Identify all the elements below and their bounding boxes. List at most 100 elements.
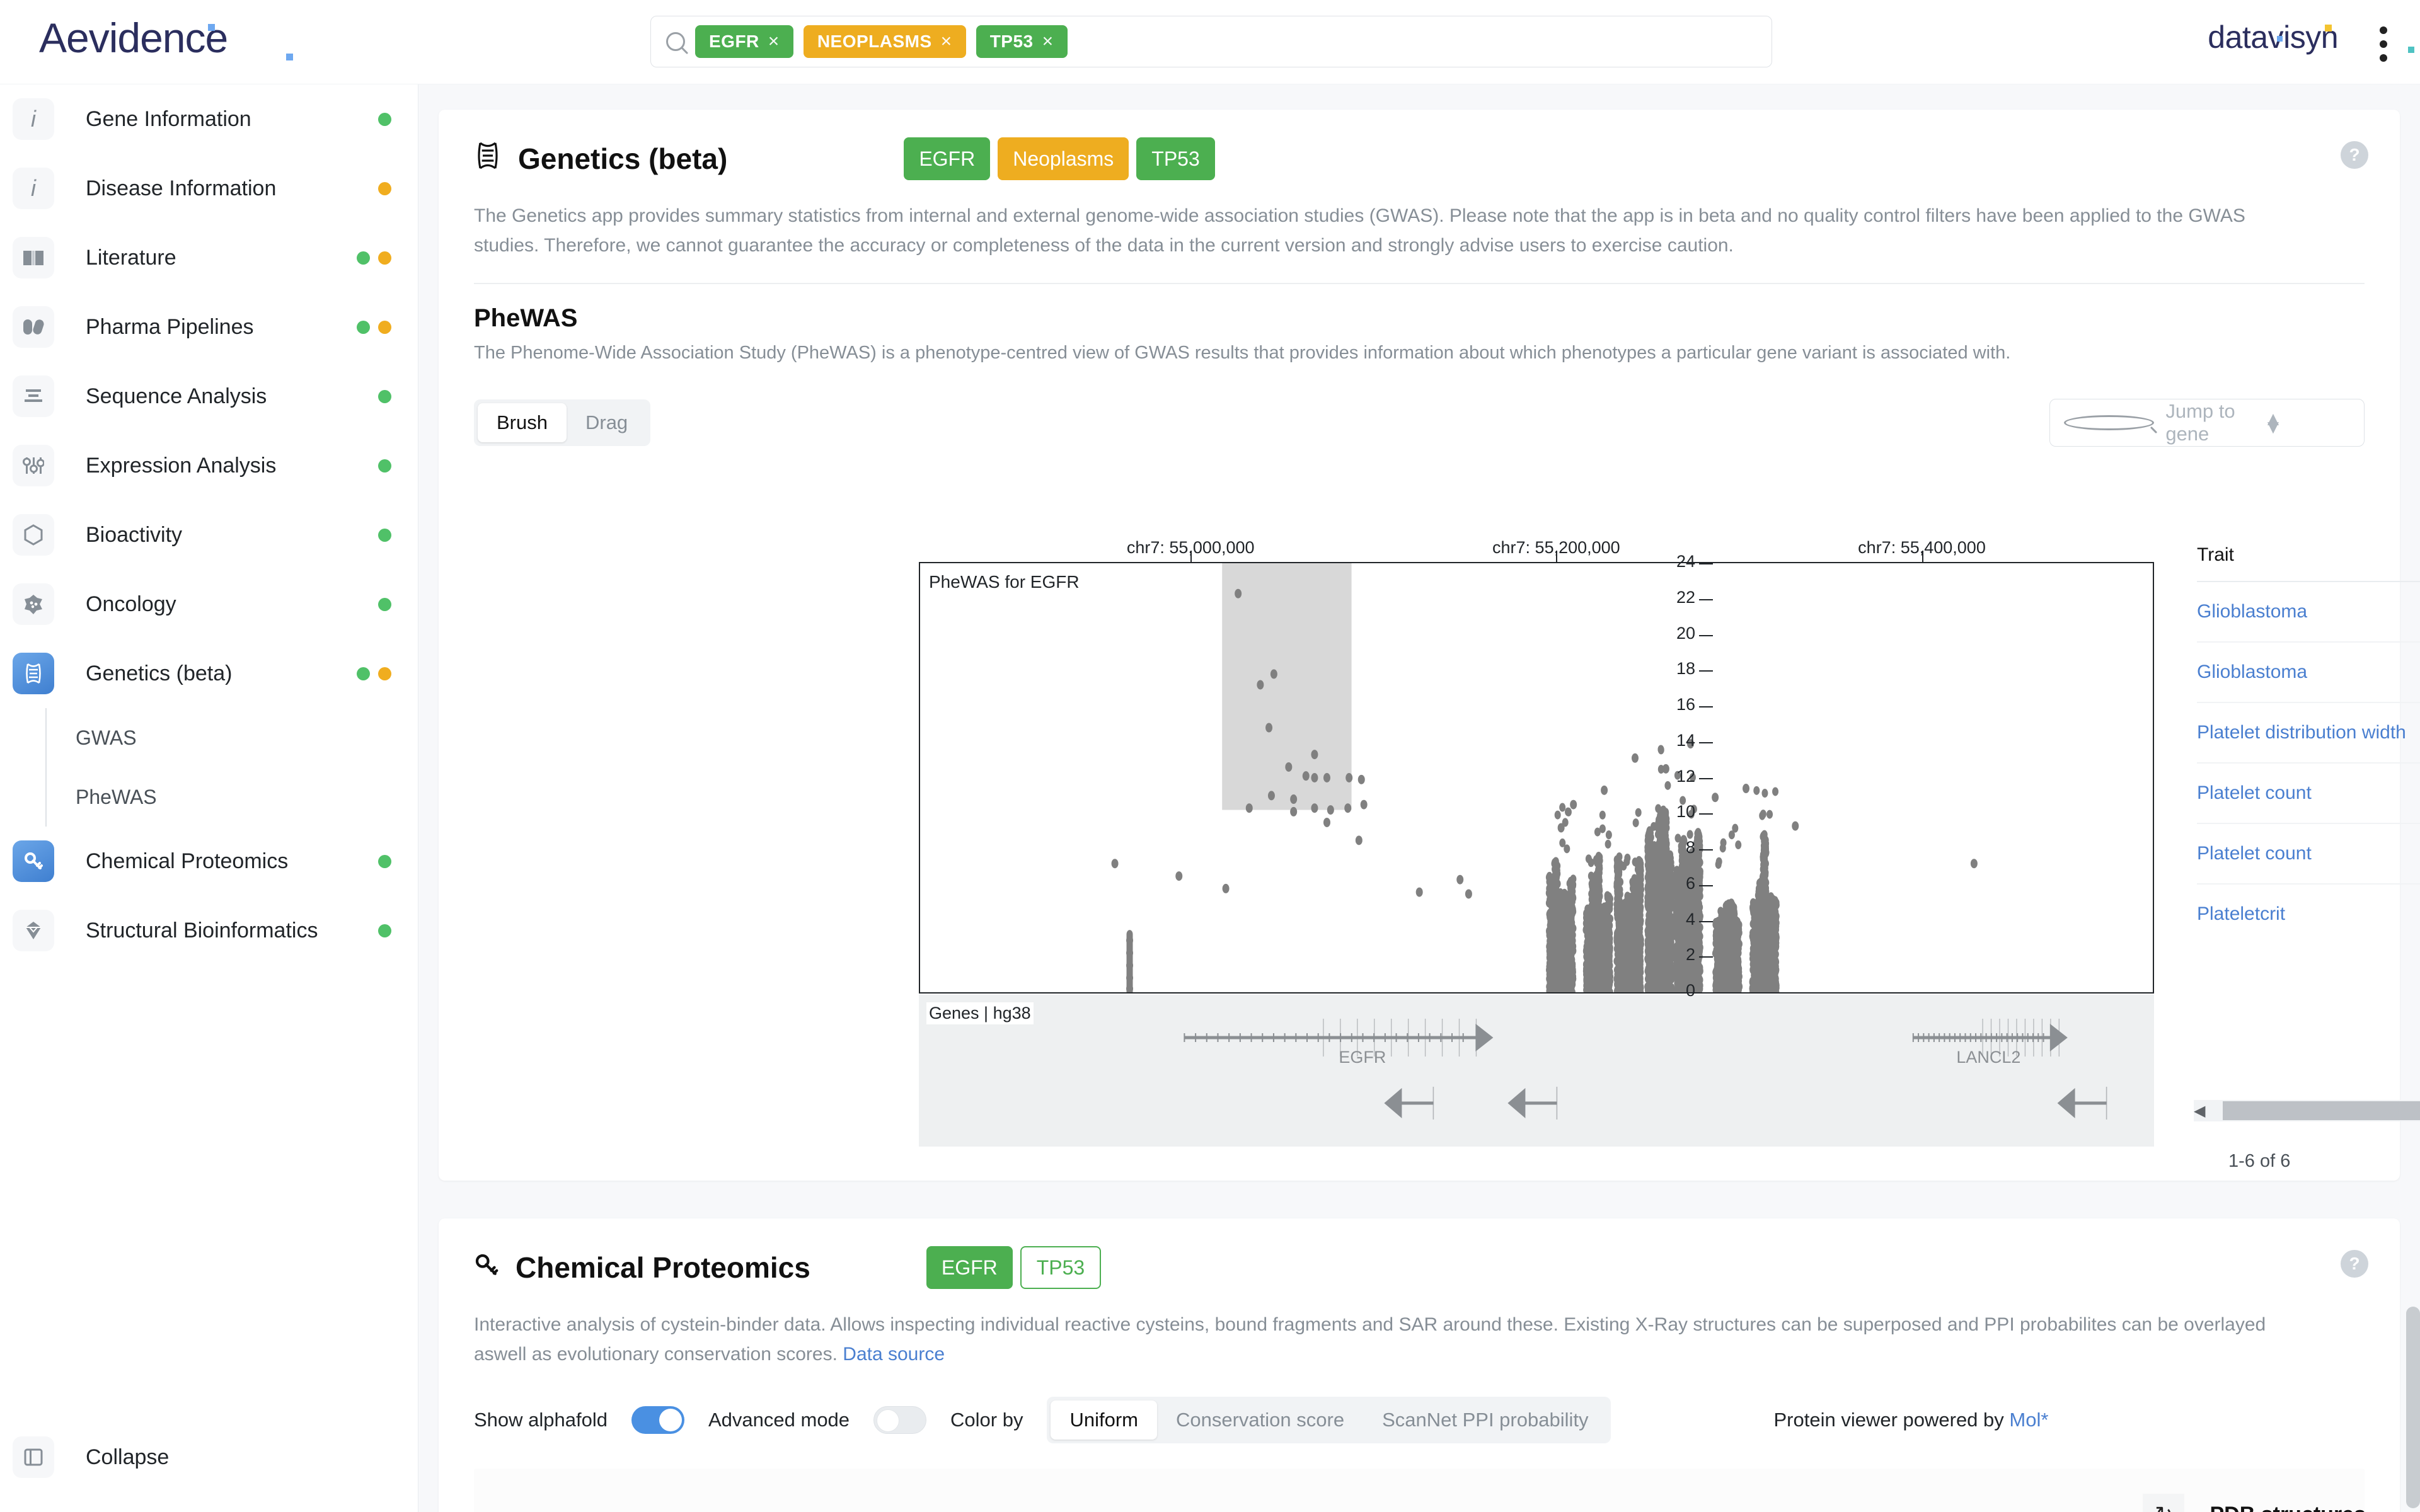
cell-trait[interactable]: Glioblastoma	[2197, 662, 2420, 683]
scatter-point[interactable]	[1753, 786, 1760, 795]
scatter-point[interactable]	[1323, 817, 1330, 827]
badge-egfr[interactable]: EGFR	[926, 1246, 1013, 1289]
color-by-conservation-button[interactable]: Conservation score	[1157, 1400, 1363, 1440]
scatter-point[interactable]	[1624, 853, 1631, 862]
scatter-point[interactable]	[1565, 807, 1572, 816]
cell-trait[interactable]: Platelet count	[2197, 843, 2420, 864]
scatter-point[interactable]	[1761, 789, 1768, 798]
scatter-point[interactable]	[1355, 835, 1363, 845]
scroll-left-arrow[interactable]: ◀	[2194, 1102, 2205, 1120]
table-row[interactable]: Platelet count 14.52 chr7	[2197, 824, 2420, 885]
scatter-point[interactable]	[1616, 852, 1623, 862]
scatter-point[interactable]	[1559, 803, 1566, 812]
brush-mode-button[interactable]: Brush	[478, 403, 567, 442]
scatter-point[interactable]	[1245, 803, 1253, 813]
sidebar-item-gene-information[interactable]: i Gene Information	[0, 84, 418, 154]
table-row[interactable]: Plateletcrit 17.22 chr7	[2197, 885, 2420, 944]
badge-egfr[interactable]: EGFR	[904, 137, 991, 180]
search-chip-tp53[interactable]: TP53 ×	[976, 25, 1068, 58]
scatter-point[interactable]	[1327, 805, 1334, 815]
protein-viewer-area[interactable]: ↻ PDB structures	[474, 1469, 2366, 1512]
badge-tp53[interactable]: TP53	[1136, 137, 1215, 180]
scatter-point[interactable]	[1222, 883, 1230, 893]
sidebar-item-phewas[interactable]: PheWAS	[47, 767, 418, 827]
scatter-point[interactable]	[1290, 806, 1298, 816]
sidebar-item-gwas[interactable]: GWAS	[47, 708, 418, 767]
table-horizontal-scrollbar[interactable]: ◀ ▶	[2194, 1100, 2420, 1121]
scatter-point[interactable]	[1357, 774, 1365, 784]
scatter-point[interactable]	[1761, 830, 1768, 839]
page-scrollbar[interactable]	[2406, 1307, 2420, 1508]
scatter-point[interactable]	[1762, 844, 1769, 854]
scatter-point[interactable]	[1345, 773, 1353, 782]
scatter-point[interactable]	[1285, 762, 1293, 772]
scatter-point[interactable]	[1360, 799, 1368, 810]
scatter-point[interactable]	[1323, 773, 1330, 782]
scatter-point[interactable]	[1587, 858, 1594, 868]
sidebar-item-sequence-analysis[interactable]: Sequence Analysis	[0, 362, 418, 431]
scatter-point[interactable]	[1770, 895, 1777, 904]
table-row[interactable]: Platelet count 16 chr7	[2197, 764, 2420, 824]
scatter-point[interactable]	[1760, 810, 1766, 819]
brush-selection-rect[interactable]	[1222, 563, 1352, 810]
scatter-point[interactable]	[1270, 669, 1277, 679]
scatter-point[interactable]	[1559, 838, 1566, 847]
column-header-trait[interactable]: Trait	[2197, 544, 2420, 566]
phewas-plot[interactable]: PheWAS for EGFR Genes | hg38 EGFR LANCL2	[919, 551, 2154, 1147]
color-by-scannet-button[interactable]: ScanNet PPI probability	[1363, 1400, 1607, 1440]
search-chip-neoplasms[interactable]: NEOPLASMS ×	[803, 25, 966, 58]
scatter-point[interactable]	[1257, 680, 1264, 690]
scatter-point[interactable]	[1344, 803, 1352, 813]
cell-trait[interactable]: Platelet count	[2197, 782, 2420, 804]
scatter-point[interactable]	[1631, 753, 1639, 763]
scatter-point[interactable]	[1415, 887, 1423, 897]
gene-track[interactable]: Genes | hg38 EGFR LANCL2	[919, 995, 2154, 1147]
app-logo[interactable]: Aevidence	[39, 14, 293, 62]
scatter-point[interactable]	[1792, 821, 1799, 831]
scatter-point[interactable]	[1605, 839, 1611, 849]
sidebar-item-bioactivity[interactable]: Bioactivity	[0, 500, 418, 570]
scatter-point[interactable]	[1772, 787, 1779, 796]
scatter-point[interactable]	[1594, 827, 1601, 837]
close-icon[interactable]: ×	[768, 31, 780, 52]
scatter-point[interactable]	[1235, 588, 1242, 598]
sidebar-item-pharma-pipelines[interactable]: Pharma Pipelines	[0, 292, 418, 362]
help-icon[interactable]: ?	[2341, 1250, 2368, 1278]
scatter-point[interactable]	[1601, 785, 1608, 795]
scatter-point[interactable]	[1570, 874, 1577, 884]
scatter-point[interactable]	[1465, 889, 1472, 899]
scatter-point[interactable]	[1111, 859, 1119, 869]
cell-trait[interactable]: Glioblastoma	[2197, 601, 2420, 622]
scatter-point[interactable]	[1570, 799, 1577, 810]
scatter-point[interactable]	[1126, 930, 1133, 939]
scatter-point[interactable]	[1302, 771, 1310, 781]
scatter-point[interactable]	[1970, 859, 1978, 869]
phewas-scatter-area[interactable]: PheWAS for EGFR	[919, 562, 2154, 997]
badge-tp53[interactable]: TP53	[1020, 1246, 1102, 1289]
show-alphafold-toggle[interactable]	[631, 1406, 684, 1434]
global-search-bar[interactable]: EGFR × NEOPLASMS × TP53 ×	[650, 16, 1772, 67]
scatter-point[interactable]	[1265, 723, 1273, 733]
cell-trait[interactable]: Plateletcrit	[2197, 903, 2420, 925]
table-row[interactable]: Glioblastoma 22.3 chr7	[2197, 582, 2420, 643]
scatter-point[interactable]	[1311, 803, 1318, 813]
table-row[interactable]: Platelet distribution width 17 chr7	[2197, 703, 2420, 764]
advanced-mode-toggle[interactable]	[873, 1406, 927, 1434]
chevron-updown-icon[interactable]: ▲ ▼	[2264, 409, 2350, 437]
scatter-point[interactable]	[1175, 871, 1183, 881]
cell-trait[interactable]: Platelet distribution width	[2197, 722, 2420, 743]
sidebar-item-genetics[interactable]: Genetics (beta)	[0, 639, 418, 708]
scatter-point[interactable]	[1605, 830, 1612, 840]
scatter-point[interactable]	[1554, 810, 1561, 820]
color-by-uniform-button[interactable]: Uniform	[1051, 1400, 1157, 1440]
scatter-point[interactable]	[1552, 857, 1559, 866]
drag-mode-button[interactable]: Drag	[567, 403, 647, 442]
sidebar-item-disease-information[interactable]: i Disease Information	[0, 154, 418, 223]
scatter-point[interactable]	[1267, 791, 1275, 801]
help-icon[interactable]: ?	[2341, 141, 2368, 169]
scatter-point[interactable]	[1595, 851, 1602, 861]
scatter-point[interactable]	[1599, 810, 1606, 820]
sidebar-item-expression-analysis[interactable]: Expression Analysis	[0, 431, 418, 500]
scatter-point[interactable]	[1311, 750, 1318, 760]
badge-neoplasms[interactable]: Neoplasms	[998, 137, 1129, 180]
